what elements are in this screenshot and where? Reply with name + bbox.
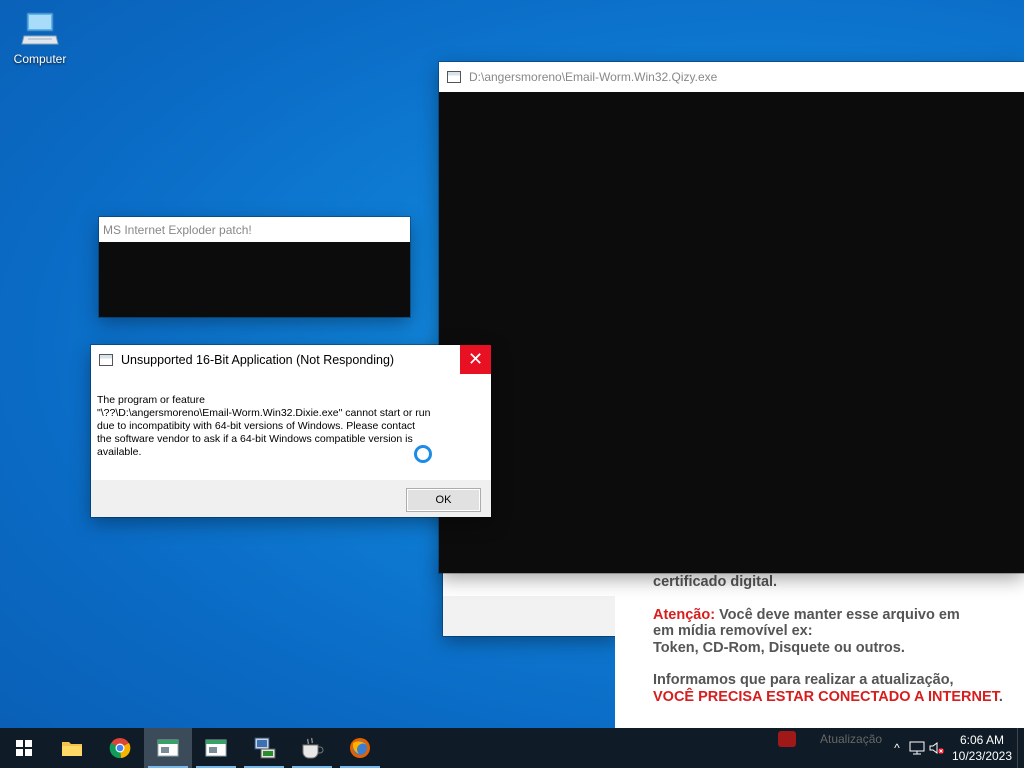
firefox-icon xyxy=(350,738,370,758)
taskbar-network-setup[interactable] xyxy=(240,728,288,768)
ransom-line-2: Atenção: Você deve manter esse arquivo e… xyxy=(653,606,960,623)
system-tray: ^ 6:06 AM 10/23/2023 xyxy=(887,728,1024,768)
close-icon: ✕ xyxy=(467,349,484,369)
ransom-line-1: certificado digital. xyxy=(653,574,778,590)
dialog-button-bar: OK xyxy=(91,480,491,517)
taskbar-clock[interactable]: 6:06 AM 10/23/2023 xyxy=(947,732,1017,764)
computer-icon xyxy=(20,10,60,50)
taskbar-chrome[interactable] xyxy=(96,728,144,768)
taskbar-java[interactable] xyxy=(288,728,336,768)
ransom-line-5: Informamos que para realizar a atualizaç… xyxy=(653,672,954,688)
update-task-label: Atualização xyxy=(778,728,882,750)
dialog-message: The program or feature "\??\D:\angersmor… xyxy=(91,374,491,480)
console-app-icon xyxy=(447,71,461,83)
patch-title: MS Internet Exploder patch! xyxy=(103,222,252,237)
ok-button[interactable]: OK xyxy=(406,488,481,512)
console-titlebar[interactable]: D:\angersmoreno\Email-Worm.Win32.Qizy.ex… xyxy=(439,62,1024,92)
computer-desktop-icon[interactable]: Computer xyxy=(8,8,72,66)
tray-chevron-icon[interactable]: ^ xyxy=(887,728,907,768)
taskbar-firefox[interactable] xyxy=(336,728,384,768)
patch-console-area[interactable] xyxy=(99,242,410,317)
patch-titlebar[interactable]: MS Internet Exploder patch! xyxy=(99,217,410,242)
ransom-line-4: Token, CD-Rom, Disquete ou outros. xyxy=(653,639,905,656)
taskbar-console-app-2[interactable] xyxy=(192,728,240,768)
dialog-app-icon xyxy=(99,353,113,366)
folder-icon xyxy=(62,742,82,756)
start-button[interactable] xyxy=(0,728,48,768)
console-window[interactable]: D:\angersmoreno\Email-Worm.Win32.Qizy.ex… xyxy=(439,62,1024,573)
ransom-line-6: VOCÊ PRECISA ESTAR CONECTADO A INTERNET. xyxy=(653,688,1003,705)
ransom-page: certificado digital. Atenção: Você deve … xyxy=(615,572,1024,728)
attention-label: Atenção: xyxy=(653,606,716,623)
busy-cursor-icon xyxy=(414,445,432,463)
volume-muted-icon[interactable] xyxy=(927,728,947,768)
update-icon xyxy=(778,731,796,747)
windows-logo-icon xyxy=(16,740,32,756)
ransom-line-3: em mídia removível ex: xyxy=(653,623,813,639)
computer-label: Computer xyxy=(13,52,67,66)
taskbar-file-explorer[interactable] xyxy=(48,728,96,768)
clock-date: 10/23/2023 xyxy=(951,749,1013,763)
console-area[interactable] xyxy=(439,92,1024,573)
console-window-icon xyxy=(157,739,179,757)
coffee-cup-icon xyxy=(302,737,324,759)
close-button[interactable]: ✕ xyxy=(460,345,491,374)
patch-window[interactable]: MS Internet Exploder patch! xyxy=(99,217,410,317)
chrome-icon xyxy=(109,738,131,759)
console-title: D:\angersmoreno\Email-Worm.Win32.Qizy.ex… xyxy=(469,70,718,84)
clock-time: 6:06 AM xyxy=(959,733,1005,747)
network-computer-icon xyxy=(254,737,276,759)
network-icon[interactable] xyxy=(907,728,927,768)
show-desktop-button[interactable] xyxy=(1017,728,1024,768)
taskbar-console-app[interactable] xyxy=(144,728,192,768)
unsupported-app-dialog[interactable]: Unsupported 16-Bit Application (Not Resp… xyxy=(91,345,491,517)
dialog-title: Unsupported 16-Bit Application (Not Resp… xyxy=(121,352,395,367)
console-window-icon-2 xyxy=(205,739,227,757)
dialog-titlebar[interactable]: Unsupported 16-Bit Application (Not Resp… xyxy=(91,345,491,374)
